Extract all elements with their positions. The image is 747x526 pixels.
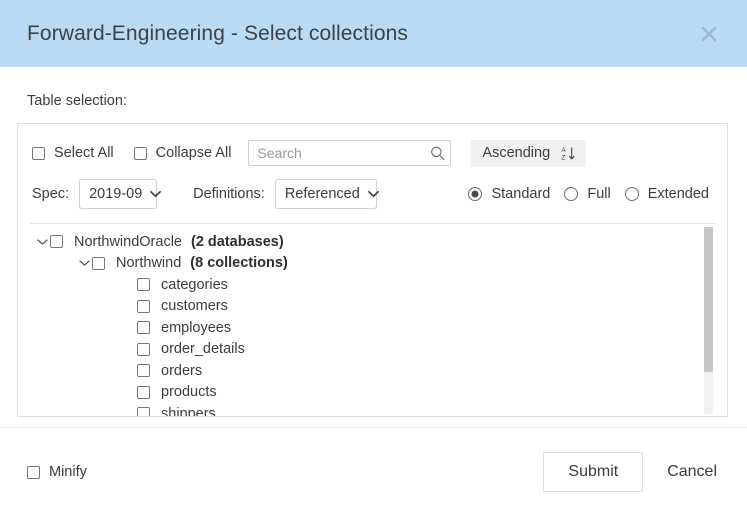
collection-tree: NorthwindOracle (2 databases) Northwind … — [30, 223, 715, 416]
radio-option-standard[interactable]: Standard — [468, 186, 550, 202]
collapse-all-group[interactable]: Collapse All — [133, 145, 232, 161]
tree-row[interactable]: employees — [30, 317, 715, 339]
tree-scrollbar-track[interactable] — [704, 227, 713, 414]
tree-leaf-label: customers — [161, 298, 228, 315]
tree-scrollbar-thumb[interactable] — [704, 227, 713, 372]
tree-node-label: NorthwindOracle — [74, 233, 182, 250]
collapse-all-label: Collapse All — [155, 145, 232, 161]
tree-node-count: (2 databases) — [191, 233, 284, 250]
tree-leaf-checkbox[interactable] — [137, 385, 150, 399]
tree-leaf-checkbox[interactable] — [137, 342, 150, 356]
chevron-down-icon — [367, 190, 379, 198]
sort-order-button[interactable]: Ascending A Z — [471, 139, 587, 167]
tree-leaf-label: products — [161, 384, 217, 401]
select-all-checkbox[interactable] — [32, 146, 45, 160]
toolbar-row-secondary: Spec: 2019-09 Definitions: Referenced St… — [32, 178, 713, 210]
sort-order-label: Ascending — [482, 145, 551, 161]
radio-option-full[interactable]: Full — [564, 186, 611, 202]
chevron-down-icon[interactable] — [76, 259, 92, 267]
search-box — [248, 140, 452, 166]
radio-option-extended[interactable]: Extended — [624, 186, 709, 202]
tree-row[interactable]: NorthwindOracle (2 databases) — [30, 231, 715, 253]
definition-mode-radio-group: Standard Full Extended — [468, 186, 713, 202]
dialog-header: Forward-Engineering - Select collections — [0, 0, 747, 67]
radio-standard-label: Standard — [491, 186, 551, 202]
panel-toolbar: Select All Collapse All Search Ascending… — [18, 124, 727, 210]
submit-button[interactable]: Submit — [543, 452, 644, 492]
collapse-all-checkbox[interactable] — [133, 146, 147, 160]
tree-row[interactable]: products — [30, 382, 715, 404]
tree-leaf-checkbox[interactable] — [137, 299, 150, 313]
radio-standard-indicator[interactable] — [468, 187, 483, 201]
collection-tree-scroll: NorthwindOracle (2 databases) Northwind … — [30, 224, 715, 416]
svg-text:Z: Z — [562, 154, 566, 160]
tree-leaf-label: shippers — [161, 405, 216, 416]
cancel-button[interactable]: Cancel — [667, 463, 717, 481]
tree-row[interactable]: order_details — [30, 339, 715, 361]
tree-leaf-checkbox[interactable] — [137, 321, 150, 335]
dialog-footer: Minify Submit Cancel — [0, 428, 747, 492]
tree-row[interactable]: shippers — [30, 403, 715, 416]
tree-leaf-checkbox[interactable] — [137, 364, 150, 378]
chevron-down-icon[interactable] — [34, 238, 50, 246]
select-all-group[interactable]: Select All — [32, 145, 114, 161]
definitions-label: Definitions: — [193, 186, 265, 202]
tree-row[interactable]: Northwind (8 collections) — [30, 253, 715, 275]
spec-select[interactable]: 2019-09 — [79, 179, 162, 209]
footer-actions: Submit Cancel — [543, 452, 717, 492]
tree-leaf-label: order_details — [161, 341, 245, 358]
dialog-title: Forward-Engineering - Select collections — [27, 21, 409, 45]
tree-node-label: Northwind — [116, 255, 182, 272]
minify-group[interactable]: Minify — [27, 464, 87, 480]
tree-node-checkbox[interactable] — [50, 235, 63, 249]
tree-row[interactable]: categories — [30, 274, 715, 296]
search-input[interactable] — [248, 140, 452, 166]
tree-leaf-label: orders — [161, 362, 203, 379]
table-selection-label: Table selection: — [27, 93, 127, 109]
tree-leaf-checkbox[interactable] — [137, 407, 150, 416]
tree-leaf-label: employees — [161, 319, 232, 336]
radio-full-label: Full — [587, 186, 611, 202]
sort-alpha-ascending-icon: A Z — [561, 146, 575, 161]
select-all-label: Select All — [54, 145, 114, 161]
dialog-body: Table selection: Select All Collapse All — [0, 67, 747, 417]
tree-node-count: (8 collections) — [190, 255, 288, 272]
chevron-down-icon — [150, 190, 162, 198]
definitions-selected-value: Referenced — [284, 186, 360, 202]
radio-extended-label: Extended — [647, 186, 709, 202]
definitions-select[interactable]: Referenced — [274, 179, 379, 209]
tree-leaf-checkbox[interactable] — [137, 278, 150, 292]
close-icon[interactable] — [695, 20, 723, 48]
tree-row[interactable]: orders — [30, 360, 715, 382]
radio-extended-indicator[interactable] — [624, 187, 639, 201]
spec-selected-value: 2019-09 — [89, 186, 143, 202]
tree-row[interactable]: customers — [30, 296, 715, 318]
svg-text:A: A — [562, 147, 567, 154]
toolbar-row-primary: Select All Collapse All Search Ascending… — [32, 138, 713, 168]
minify-label: Minify — [49, 464, 87, 480]
spec-label: Spec: — [32, 186, 70, 202]
tree-leaf-label: categories — [161, 276, 228, 293]
radio-full-indicator[interactable] — [564, 187, 579, 201]
tree-node-checkbox[interactable] — [92, 256, 105, 270]
minify-checkbox[interactable] — [27, 465, 40, 479]
selection-panel: Select All Collapse All Search Ascending… — [17, 123, 728, 417]
